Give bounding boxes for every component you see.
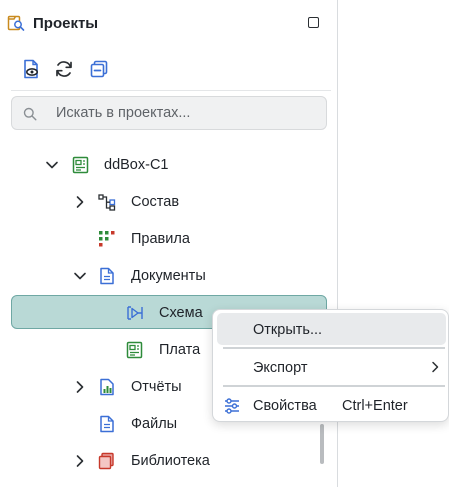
tree-item-label: Плата — [159, 342, 201, 358]
menu-item-open[interactable]: Открыть... — [217, 313, 446, 345]
schematic-icon — [127, 306, 143, 320]
chevron-right-icon[interactable] — [73, 195, 87, 209]
pcb-icon — [126, 341, 143, 359]
tree-item-dokumenty[interactable]: Документы — [0, 261, 330, 291]
tree-item-sostav[interactable]: Состав — [0, 187, 330, 217]
tree-item-label: Состав — [131, 194, 180, 210]
chevron-right-icon[interactable] — [73, 380, 87, 394]
file-icon — [100, 415, 114, 433]
refresh-icon[interactable] — [53, 58, 75, 80]
tree-item-label: Библиотека — [131, 453, 210, 469]
chevron-down-icon[interactable] — [45, 158, 59, 172]
menu-item-shortcut: Ctrl+Enter — [342, 398, 408, 414]
rules-grid-icon — [99, 231, 115, 247]
menu-item-label: Свойства — [253, 398, 317, 414]
tree-item-label: Схема — [159, 305, 203, 321]
tree-item-label: Отчёты — [131, 379, 182, 395]
chevron-right-icon — [432, 361, 439, 373]
collapse-all-icon[interactable] — [88, 58, 110, 80]
settings-sliders-icon — [225, 398, 239, 414]
menu-item-label: Экспорт — [253, 360, 308, 376]
report-chart-icon — [100, 378, 114, 396]
search-icon — [23, 107, 37, 121]
toolbar-divider — [11, 90, 331, 91]
menu-item-export[interactable]: Экспорт — [217, 351, 446, 383]
tree-project-root[interactable]: ddBox-C1 — [0, 150, 330, 180]
menu-item-properties[interactable]: Свойства Ctrl+Enter — [217, 389, 446, 421]
tree-project-label: ddBox-C1 — [104, 157, 169, 173]
panel-title: Проекты — [33, 15, 99, 32]
document-icon — [100, 267, 114, 285]
project-board-icon — [72, 156, 89, 174]
menu-item-label: Открыть... — [253, 322, 323, 338]
tree-item-label: Правила — [131, 231, 190, 247]
view-document-icon[interactable] — [20, 58, 42, 80]
hierarchy-icon — [98, 194, 116, 211]
tree-item-pravila[interactable]: Правила — [0, 224, 330, 254]
context-menu: Открыть... Экспорт Свойства Ctrl+Enter — [212, 309, 449, 422]
menu-separator — [223, 347, 445, 349]
project-search-icon — [7, 15, 25, 31]
scrollbar-thumb[interactable] — [320, 424, 324, 464]
chevron-down-icon[interactable] — [73, 269, 87, 283]
panel-toolbar — [0, 56, 338, 84]
tree-item-label: Файлы — [131, 416, 178, 432]
tree-item-label: Документы — [131, 268, 206, 284]
search-input[interactable] — [56, 97, 316, 129]
search-box[interactable] — [11, 96, 327, 130]
chevron-right-icon[interactable] — [73, 454, 87, 468]
maximize-icon[interactable] — [308, 17, 319, 28]
tree-item-biblioteka[interactable]: Библиотека — [0, 446, 330, 476]
panel-header: Проекты — [0, 0, 338, 46]
library-icon — [98, 452, 114, 470]
menu-separator — [223, 385, 445, 387]
